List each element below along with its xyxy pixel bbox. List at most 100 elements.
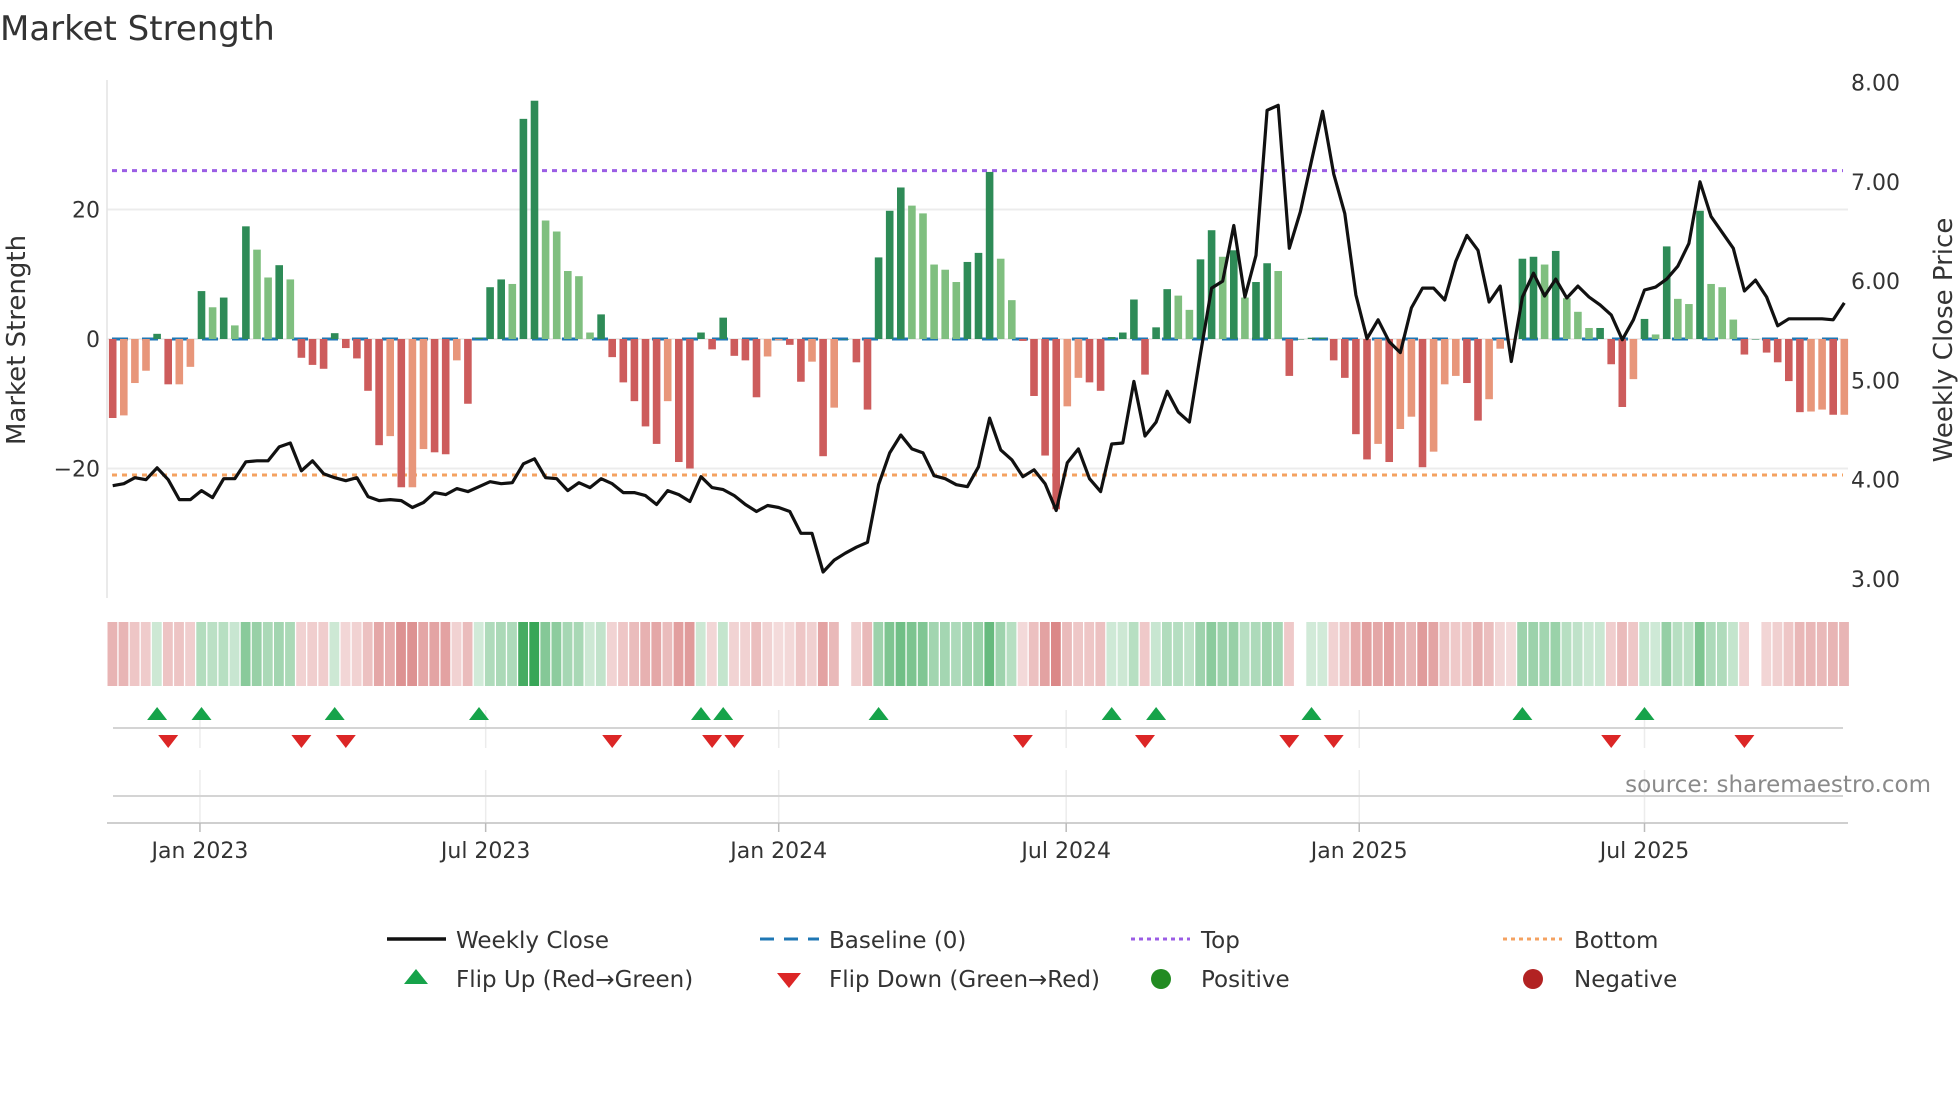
strength-bar <box>242 226 250 339</box>
strength-bar <box>1651 334 1660 339</box>
strength-bar <box>1196 259 1205 339</box>
strength-bar <box>131 339 139 384</box>
flip-up-marker <box>691 707 711 720</box>
x-tick-label: Jul 2025 <box>1598 839 1690 864</box>
heatmap-cell <box>129 622 140 686</box>
strength-bar <box>586 332 594 339</box>
heatmap-cell <box>1095 622 1106 686</box>
strength-bar <box>1374 339 1382 444</box>
heatmap-cell <box>351 622 362 686</box>
heatmap-cell <box>1217 622 1228 686</box>
heatmap-cell <box>518 622 528 686</box>
strength-bar <box>897 187 905 339</box>
heatmap-cell <box>718 622 728 686</box>
strength-bar <box>375 339 383 446</box>
strength-bar <box>253 249 261 339</box>
heatmap-cell <box>1084 622 1095 686</box>
y-tick-label: 20 <box>72 199 100 224</box>
strength-bar <box>231 325 239 339</box>
strength-bar <box>108 339 117 418</box>
flip-up-marker <box>1512 707 1533 720</box>
heatmap-cell <box>1039 622 1050 686</box>
heatmap-cell <box>1361 622 1372 686</box>
strength-bar <box>475 337 483 339</box>
heatmap-cell <box>762 622 773 686</box>
heatmap-cell <box>107 622 118 686</box>
flip-up-marker <box>1301 707 1322 720</box>
x-tick-label: Jan 2023 <box>149 839 248 864</box>
strength-bar <box>830 339 838 408</box>
strength-bar <box>1829 339 1837 415</box>
heatmap-cell <box>706 622 717 686</box>
heatmap-cell <box>1139 622 1150 686</box>
strength-bar <box>974 252 983 339</box>
strength-bar <box>919 213 927 339</box>
strength-bar <box>1263 263 1271 339</box>
chart-title: Market Strength <box>0 9 275 49</box>
strength-bar <box>1696 210 1704 339</box>
strength-bar <box>1751 339 1760 340</box>
heatmap-cell <box>429 622 440 686</box>
heatmap-cell <box>662 622 673 686</box>
heatmap-cell <box>595 622 606 686</box>
strength-bar <box>885 210 894 339</box>
heatmap-cell <box>784 622 795 686</box>
strength-bar <box>453 339 461 361</box>
heatmap-cell <box>551 622 562 686</box>
strength-bar <box>1385 339 1393 463</box>
heatmap-cell <box>1273 622 1283 686</box>
x-tick-label: Jul 2024 <box>1019 839 1111 864</box>
strength-bar <box>1152 327 1160 339</box>
strength-bar <box>275 265 283 339</box>
y2-tick-label: 6.00 <box>1851 270 1900 295</box>
strength-bar <box>1030 339 1038 396</box>
strength-bar <box>342 339 350 349</box>
strength-bar <box>719 317 727 339</box>
heatmap-cell <box>1816 622 1827 686</box>
legend-baseline: Baseline (0) <box>829 928 966 954</box>
heatmap-cell <box>1150 622 1161 686</box>
heatmap-cell <box>1206 622 1217 686</box>
strength-bar <box>686 339 694 469</box>
heatmap-cell <box>174 622 184 686</box>
strength-bar <box>1085 339 1094 383</box>
heatmap-cell <box>1028 622 1039 686</box>
flip-down-marker <box>158 735 179 748</box>
legend-flip-up: Flip Up (Red→Green) <box>456 967 693 993</box>
strength-bar <box>1540 264 1549 339</box>
strength-bar <box>1307 337 1316 339</box>
heatmap-cell <box>1728 622 1738 686</box>
strength-bar <box>1174 295 1183 339</box>
y-axis-label: Market Strength <box>2 235 32 445</box>
strength-bar <box>1407 339 1416 417</box>
flip-up-marker <box>324 707 345 720</box>
strength-bar <box>1662 246 1671 339</box>
strength-bar <box>774 339 783 341</box>
heatmap-cell <box>462 622 473 686</box>
y2-tick-label: 3.00 <box>1851 568 1900 593</box>
heatmap-cell <box>984 622 995 686</box>
strength-bar <box>519 118 528 339</box>
strength-bar <box>142 339 150 371</box>
strength-bar <box>1130 299 1138 339</box>
strength-bar <box>397 339 406 488</box>
strength-bar <box>1485 339 1493 400</box>
flip-down-marker <box>724 735 745 748</box>
heatmap-cell <box>651 622 662 686</box>
strength-bar <box>730 339 739 356</box>
strength-bar <box>419 339 428 450</box>
heatmap-cell <box>218 622 229 686</box>
heatmap-cell <box>1495 622 1505 686</box>
flip-markers <box>113 707 1843 797</box>
heatmap-cell <box>385 622 395 686</box>
strength-bar <box>1474 339 1482 421</box>
heatmap-cell <box>928 622 939 686</box>
strength-bar <box>541 220 550 339</box>
strength-bar <box>120 339 128 416</box>
flip-up-marker <box>1101 707 1122 720</box>
strength-bar <box>286 279 295 339</box>
heatmap-cell <box>251 622 262 686</box>
heatmap-cell <box>1250 622 1261 686</box>
strength-bar <box>1640 318 1649 339</box>
strength-bar <box>197 291 206 339</box>
